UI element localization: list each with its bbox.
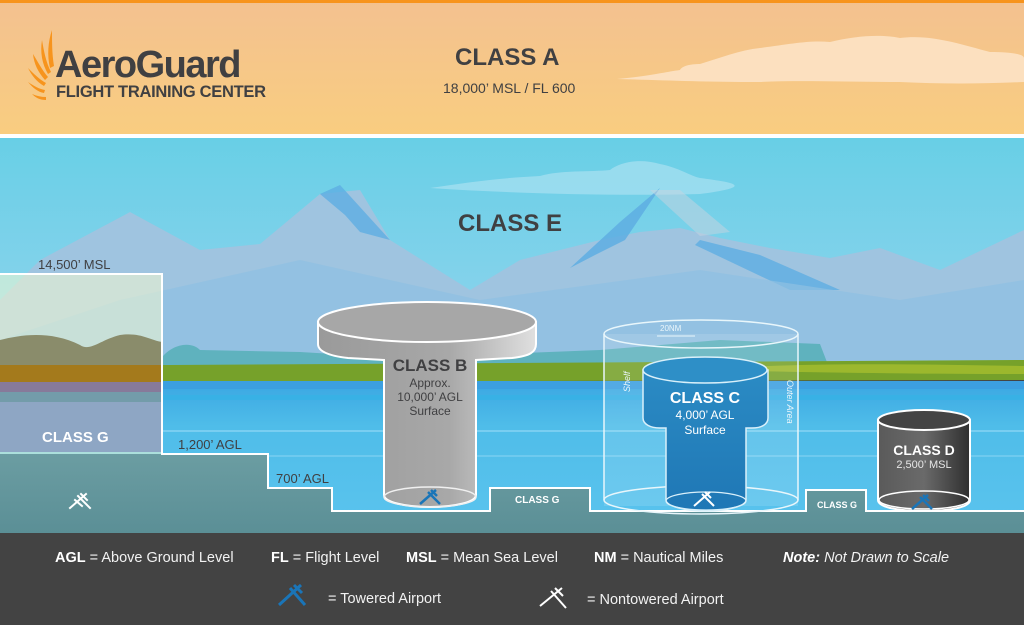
altitude-1200-agl: 1,200’ AGL (178, 437, 242, 452)
legend-bar (0, 533, 1024, 625)
class-c-outer-area-label: Outer Area (785, 380, 795, 424)
class-g-right-label: CLASS G (817, 500, 858, 510)
class-a-detail: 18,000’ MSL / FL 600 (443, 80, 576, 96)
legend-meaning: = Nautical Miles (620, 550, 724, 566)
legend-meaning: = Flight Level (292, 550, 380, 566)
class-b-line: Surface (409, 404, 451, 418)
class-d-label-group: CLASS D 2,500’ MSL (878, 442, 970, 472)
class-b-title: CLASS B (392, 356, 468, 375)
legend-abbr: FL (271, 550, 289, 566)
class-b-line: 10,000’ AGL (397, 390, 463, 404)
class-b-line: Approx. (409, 376, 451, 390)
legend-fl: FL = Flight Level (271, 551, 379, 566)
note-label: Note: (783, 550, 821, 566)
class-d-detail: 2,500’ MSL (896, 459, 952, 471)
top-accent-bar (0, 0, 1024, 3)
brand-subtitle: FLIGHT TRAINING CENTER (56, 83, 266, 101)
class-a-title: CLASS A (455, 44, 560, 71)
class-d-title: CLASS D (893, 442, 955, 458)
class-c-shelf-label: Shelf (622, 371, 632, 392)
class-g-left-label: CLASS G (42, 429, 109, 446)
class-a-divider (0, 134, 1024, 138)
class-c-line: 4,000’ AGL (675, 408, 735, 422)
class-c-title: CLASS C (669, 390, 741, 407)
class-g-mid-label: CLASS G (515, 495, 560, 506)
class-c-line: Surface (684, 423, 726, 437)
legend-abbr: MSL (406, 550, 437, 566)
legend-abbr: AGL (55, 550, 86, 566)
legend-agl: AGL = Above Ground Level (55, 551, 234, 566)
legend-meaning: = Mean Sea Level (440, 550, 558, 566)
brand-name: AeroGuard (55, 44, 241, 86)
class-b-label-group: CLASS B Approx. 10,000’ AGL Surface (384, 356, 476, 418)
legend-towered-label: = Towered Airport (328, 591, 441, 607)
altitude-14500-msl: 14,500’ MSL (38, 257, 111, 272)
class-c-label-group: CLASS C 4,000’ AGL Surface (660, 389, 750, 438)
legend-nontowered-label: = Nontowered Airport (587, 592, 724, 608)
legend-nm: NM = Nautical Miles (594, 551, 723, 566)
legend-msl: MSL = Mean Sea Level (406, 551, 558, 566)
class-c-radius-label: 20NM (660, 324, 682, 333)
legend-abbr: NM (594, 550, 617, 566)
altitude-700-agl: 700’ AGL (276, 471, 330, 486)
legend-note: Note: Not Drawn to Scale (783, 551, 949, 566)
class-e-title: CLASS E (458, 210, 563, 237)
note-text: Not Drawn to Scale (824, 550, 950, 566)
legend-meaning: = Above Ground Level (89, 550, 234, 566)
